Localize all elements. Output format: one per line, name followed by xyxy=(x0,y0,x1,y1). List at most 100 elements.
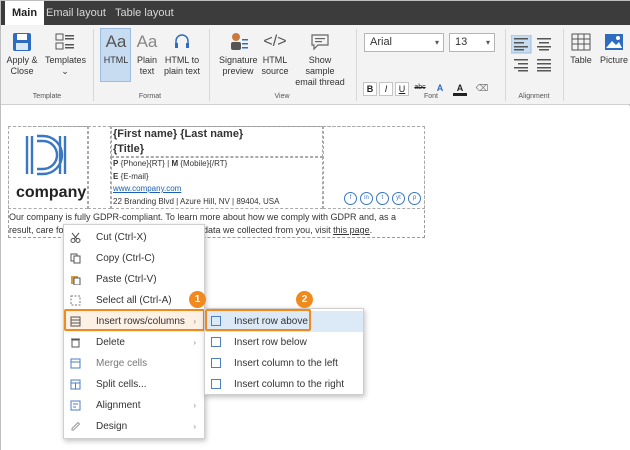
copy-icon xyxy=(70,253,81,264)
signature-preview-button[interactable]: Signature preview xyxy=(219,31,258,77)
menu-item-select-all[interactable]: Select all (Ctrl-A) xyxy=(64,290,204,311)
select-all-icon xyxy=(70,295,81,306)
this-page-link[interactable]: this page xyxy=(333,225,370,235)
merge-cells-icon xyxy=(70,358,81,369)
menu-label: Paste (Ctrl-V) xyxy=(96,274,157,285)
group-label-view: View xyxy=(274,93,290,100)
font-family-select[interactable]: Arial ▾ xyxy=(364,33,444,52)
menu-label: Copy (Ctrl-C) xyxy=(96,253,155,264)
submenu-label: Insert column to the left xyxy=(234,358,338,369)
facebook-icon[interactable]: f xyxy=(344,192,357,205)
separator xyxy=(356,29,357,101)
submenu-item-insert-row-below[interactable]: Insert row below xyxy=(205,332,363,353)
html-to-plain-label-1: HTML to xyxy=(164,55,200,65)
submenu-item-insert-column-right[interactable]: Insert column to the right xyxy=(205,374,363,395)
paste-icon xyxy=(71,276,81,285)
menu-item-paste[interactable]: Paste (Ctrl-V) xyxy=(64,269,204,290)
apply-close-button[interactable]: Apply & Close xyxy=(6,31,38,77)
spacer-cell[interactable] xyxy=(88,126,111,209)
html-source-button[interactable]: </> HTML source xyxy=(261,31,289,77)
code-icon: </> xyxy=(263,33,287,50)
submenu-item-insert-column-left[interactable]: Insert column to the left xyxy=(205,353,363,374)
menu-item-split-cells[interactable]: Split cells... xyxy=(64,374,204,395)
menu-item-delete[interactable]: Delete › xyxy=(64,332,204,353)
highlight-insert-row-above xyxy=(205,309,311,331)
menu-item-cut[interactable]: Cut (Ctrl-X) xyxy=(64,227,204,248)
signature-title: {Title} xyxy=(113,143,144,155)
disclaimer-end: . xyxy=(369,225,373,235)
menu-item-design[interactable]: Design › xyxy=(64,416,204,437)
tab-main[interactable]: Main xyxy=(5,1,45,25)
disclaimer-fragment-a: result, care fo xyxy=(9,225,64,235)
company-logo-icon xyxy=(25,134,67,176)
chevron-down-icon: ⌄ xyxy=(61,66,69,76)
group-label-template: Template xyxy=(32,93,62,100)
chevron-right-icon: › xyxy=(193,338,196,347)
highlight-insert-rows xyxy=(64,309,205,331)
pinterest-icon[interactable]: p xyxy=(408,192,421,205)
chevron-right-icon: › xyxy=(193,401,196,410)
alignment-buttons[interactable] xyxy=(511,35,557,75)
email-placeholder: {E-mail} xyxy=(118,172,149,181)
html-label: HTML xyxy=(103,55,129,65)
person-preview-icon xyxy=(231,33,248,50)
picture-label: Picture xyxy=(599,55,628,65)
trash-icon xyxy=(71,338,80,348)
menu-label: Alignment xyxy=(96,400,141,411)
menu-label: Delete xyxy=(96,337,125,348)
mobile-placeholder: {Mobile}{/RT} xyxy=(178,159,228,168)
html-to-plain-text-button[interactable]: HTML to plain text xyxy=(163,31,201,77)
group-label-alignment: Alignment xyxy=(518,93,550,100)
separator xyxy=(563,29,564,101)
plain-text-button[interactable]: Aa Plain text xyxy=(134,31,160,77)
tab-table-layout[interactable]: Table layout xyxy=(115,1,174,25)
chevron-right-icon: › xyxy=(193,422,196,431)
plain-text-label-2: text xyxy=(139,66,155,76)
step-badge-2: 2 xyxy=(296,291,313,308)
html-source-label-1: HTML xyxy=(262,55,288,65)
save-icon xyxy=(13,33,31,51)
step-badge-1: 1 xyxy=(189,291,206,308)
tab-email-layout[interactable]: Email layout xyxy=(46,1,106,25)
picture-button[interactable]: Picture xyxy=(599,31,629,66)
submenu-label: Insert row below xyxy=(234,337,307,348)
chevron-down-icon: ▾ xyxy=(485,38,490,47)
table-button[interactable]: Table xyxy=(567,31,595,66)
table-label: Table xyxy=(570,55,592,65)
menu-item-alignment[interactable]: Alignment › xyxy=(64,395,204,416)
twitter-icon[interactable]: t xyxy=(376,192,389,205)
signature-website-link[interactable]: www.company.com xyxy=(113,184,181,193)
pencil-icon xyxy=(71,421,81,431)
submenu-label: Insert column to the right xyxy=(234,379,345,390)
show-sample-thread-button[interactable]: Show sample email thread xyxy=(293,31,347,88)
signature-preview-label-2: preview xyxy=(222,66,254,76)
ribbon: Apply & Close Templates ⌄ Template Aa HT… xyxy=(1,25,630,105)
youtube-icon[interactable]: yt xyxy=(392,192,405,205)
menu-label: Design xyxy=(96,421,128,432)
html-source-label-2: source xyxy=(261,66,289,76)
menu-item-copy[interactable]: Copy (Ctrl-C) xyxy=(64,248,204,269)
separator xyxy=(209,29,210,101)
scissors-icon xyxy=(70,232,81,243)
menu-label: Merge cells xyxy=(96,358,148,369)
signature-preview-label-1: Signature xyxy=(219,55,258,65)
separator xyxy=(93,29,94,101)
picture-icon xyxy=(605,34,623,50)
templates-button[interactable]: Templates ⌄ xyxy=(45,31,86,77)
menu-item-merge-cells[interactable]: Merge cells xyxy=(64,353,204,374)
signature-name: {First name} {Last name} xyxy=(113,128,244,140)
linkedin-icon[interactable]: in xyxy=(360,192,373,205)
html-button[interactable]: Aa HTML xyxy=(101,31,131,66)
chevron-down-icon: ▾ xyxy=(434,38,439,47)
menu-label: Cut (Ctrl-X) xyxy=(96,232,147,243)
menu-label: Split cells... xyxy=(96,379,147,390)
split-cells-icon xyxy=(70,379,81,390)
font-size-select[interactable]: 13 ▾ xyxy=(449,33,495,52)
plain-text-format-icon: Aa xyxy=(136,32,158,51)
font-family-value: Arial xyxy=(370,36,393,48)
templates-icon xyxy=(55,33,74,50)
table-icon xyxy=(571,33,591,51)
apply-close-label-1: Apply & xyxy=(6,55,38,65)
context-menu: Cut (Ctrl-X) Copy (Ctrl-C) Paste (Ctrl-V… xyxy=(63,224,205,439)
tab-bar: Main Email layout Table layout xyxy=(1,1,630,25)
